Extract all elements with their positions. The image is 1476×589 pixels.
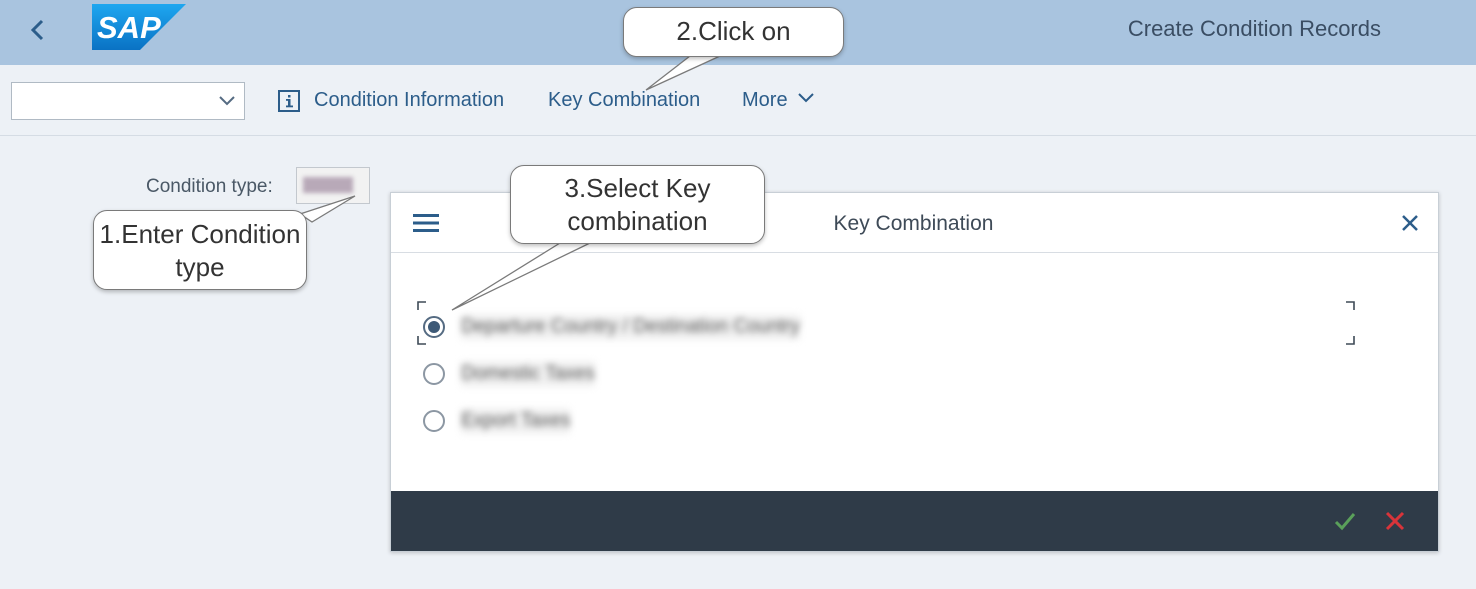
radio-option-label: Departure Country / Destination Country bbox=[461, 314, 800, 340]
chevron-left-icon[interactable] bbox=[24, 14, 52, 46]
sap-logo-text: SAP bbox=[97, 10, 161, 45]
sap-logo: SAP bbox=[92, 4, 186, 50]
radio-option-label: Export Taxes bbox=[461, 408, 571, 434]
chevron-down-icon bbox=[798, 93, 814, 103]
more-button-label: More bbox=[742, 89, 788, 111]
more-button[interactable]: More bbox=[742, 89, 815, 112]
dialog-body: Departure Country / Destination Country … bbox=[391, 253, 1438, 493]
callout-step3: 3.Select Key combination bbox=[510, 165, 765, 244]
radio-button[interactable] bbox=[423, 410, 445, 432]
redacted-value bbox=[303, 177, 353, 193]
close-icon[interactable] bbox=[1400, 213, 1420, 233]
checkmark-icon[interactable] bbox=[1334, 510, 1356, 532]
toolbar: Condition Information Key Combination Mo… bbox=[0, 65, 1476, 136]
radio-option-label: Domestic Taxes bbox=[461, 361, 595, 387]
page-title: Create Condition Records bbox=[1127, 16, 1381, 41]
key-combination-button[interactable]: Key Combination bbox=[548, 89, 700, 112]
cross-icon[interactable] bbox=[1384, 510, 1406, 532]
condition-type-input[interactable] bbox=[296, 167, 370, 204]
variant-select[interactable] bbox=[11, 82, 245, 120]
radio-button[interactable] bbox=[423, 363, 445, 385]
info-icon bbox=[278, 90, 300, 112]
condition-information-button[interactable]: Condition Information bbox=[314, 89, 504, 112]
callout-step2: 2.Click on bbox=[623, 7, 844, 57]
dialog-title: Key Combination bbox=[833, 212, 994, 235]
chevron-down-icon bbox=[219, 96, 235, 106]
dialog-footer bbox=[391, 491, 1438, 551]
callout-step1: 1.Enter Condition type bbox=[93, 210, 307, 290]
radio-button-selected[interactable] bbox=[423, 316, 445, 338]
condition-type-label: Condition type: bbox=[146, 176, 273, 197]
key-combination-dialog: Key Combination Departure Country / Dest… bbox=[390, 192, 1439, 552]
